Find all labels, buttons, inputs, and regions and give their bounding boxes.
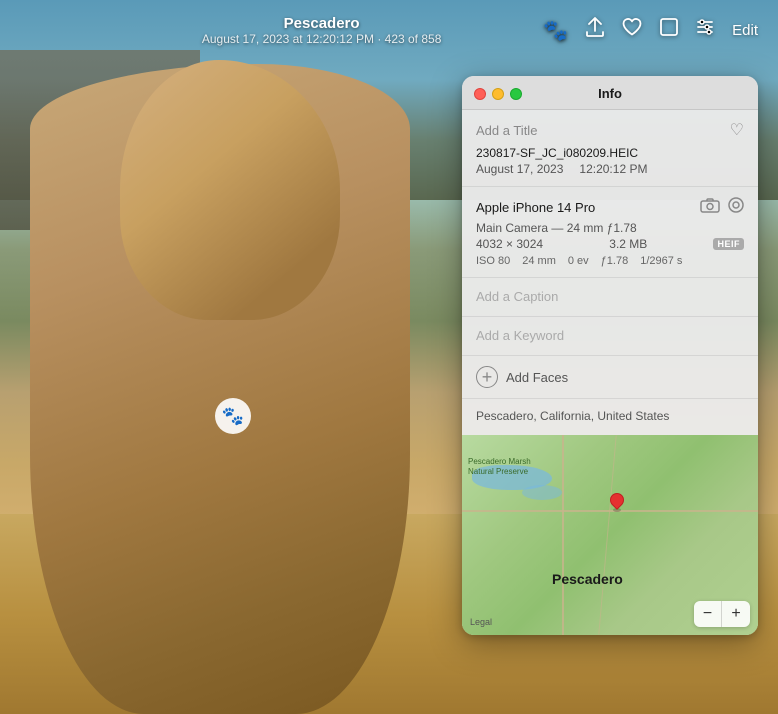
map-road-vertical <box>562 435 564 635</box>
photo-title-center: Pescadero August 17, 2023 at 12:20:12 PM… <box>202 15 442 46</box>
location-name: Pescadero, California, United States <box>476 409 744 423</box>
panel-content: Add a Title ♡ 230817-SF_JC_i080209.HEIC … <box>462 110 758 635</box>
exif-iso: ISO 80 <box>476 255 510 267</box>
edit-button[interactable]: Edit <box>732 22 758 39</box>
crop-icon[interactable] <box>660 18 678 42</box>
camera-icon <box>700 197 720 217</box>
top-bar: Pescadero August 17, 2023 at 12:20:12 PM… <box>0 0 778 60</box>
map-zoom-in-button[interactable]: + <box>722 601 750 627</box>
share-icon[interactable] <box>586 17 604 43</box>
paw-toolbar-icon[interactable]: 🐾 <box>543 18 568 43</box>
map-preserve-label: Pescadero Marsh Natural Preserve <box>468 457 533 476</box>
date-text: August 17, 2023 <box>476 162 563 176</box>
map-legal-link[interactable]: Legal <box>470 617 492 627</box>
map-water-feature-2 <box>522 485 562 500</box>
toolbar-icons: 🐾 Edit <box>543 17 758 43</box>
photo-location-title: Pescadero <box>202 15 442 32</box>
camera-section: Apple iPhone 14 Pro <box>462 187 758 278</box>
map-city-label: Pescadero <box>552 571 623 587</box>
minimize-button[interactable] <box>492 88 504 100</box>
map-zoom-controls: − + <box>694 601 750 627</box>
info-panel: Info Add a Title ♡ 230817-SF_JC_i080209.… <box>462 76 758 635</box>
time-text: 12:20:12 PM <box>579 162 647 176</box>
add-faces-section[interactable]: + Add Faces <box>462 356 758 399</box>
photo-info-section: Add a Title ♡ 230817-SF_JC_i080209.HEIC … <box>462 110 758 187</box>
location-section: Pescadero, California, United States <box>462 399 758 435</box>
camera-lens-detail: Main Camera — 24 mm ƒ1.78 <box>476 221 744 235</box>
keyword-section: Add a Keyword <box>462 317 758 356</box>
pet-badge: 🐾 <box>215 398 251 434</box>
maximize-button[interactable] <box>510 88 522 100</box>
photo-meta-subtitle: August 17, 2023 at 12:20:12 PM · 423 of … <box>202 32 442 46</box>
favorite-icon[interactable] <box>622 18 642 42</box>
camera-name: Apple iPhone 14 Pro <box>476 200 595 215</box>
exif-shutter: 1/2967 s <box>640 255 682 267</box>
exif-focal-length: 24 mm <box>522 255 556 267</box>
panel-title: Info <box>598 86 622 101</box>
close-button[interactable] <box>474 88 486 100</box>
add-title-field[interactable]: Add a Title <box>476 123 537 138</box>
map-zoom-out-button[interactable]: − <box>694 601 722 627</box>
camera-resolution: 4032 × 3024 <box>476 237 543 251</box>
add-caption-field[interactable]: Add a Caption <box>476 289 558 304</box>
map-container[interactable]: Pescadero Marsh Natural Preserve Pescade… <box>462 435 758 635</box>
paw-icon: 🐾 <box>222 406 244 427</box>
panel-titlebar: Info <box>462 76 758 110</box>
map-pin <box>610 493 624 512</box>
favorite-heart-icon[interactable]: ♡ <box>730 120 744 140</box>
filename-text: 230817-SF_JC_i080209.HEIC <box>476 146 744 160</box>
camera-filesize: 3.2 MB <box>609 237 647 251</box>
adjust-icon[interactable] <box>696 18 714 42</box>
exif-ev: 0 ev <box>568 255 589 267</box>
add-faces-circle-button[interactable]: + <box>476 366 498 388</box>
exif-aperture: ƒ1.78 <box>601 255 629 267</box>
add-keyword-field[interactable]: Add a Keyword <box>476 328 564 343</box>
caption-section: Add a Caption <box>462 278 758 317</box>
add-faces-label[interactable]: Add Faces <box>506 370 568 385</box>
map-pin-dot <box>607 490 627 510</box>
camera-icons <box>700 197 744 217</box>
plus-icon: + <box>482 368 493 386</box>
live-photo-icon <box>728 197 744 217</box>
traffic-lights <box>474 88 522 100</box>
heif-badge: HEIF <box>713 238 744 250</box>
